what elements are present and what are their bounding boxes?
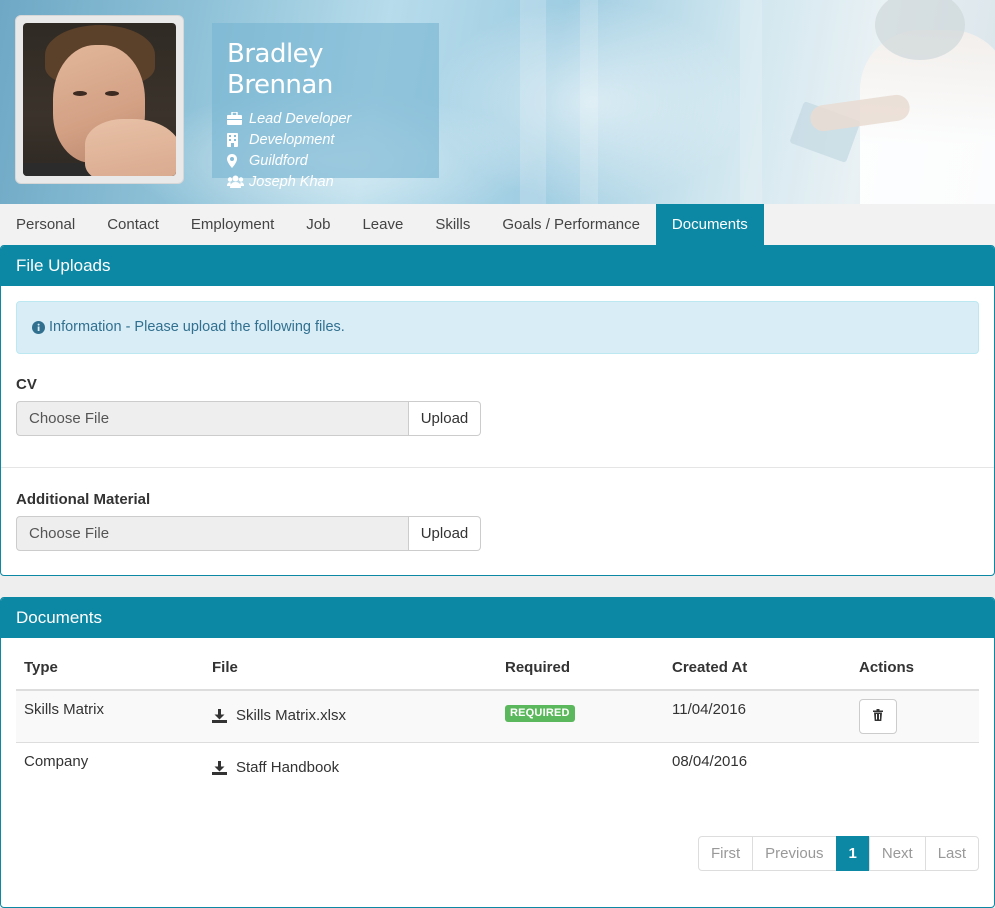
file-name: Skills Matrix.xlsx (236, 707, 347, 724)
column-header-type: Type (24, 659, 58, 676)
file-link[interactable]: Staff Handbook (212, 759, 339, 776)
tab-goals-performance[interactable]: Goals / Performance (486, 204, 656, 245)
table-header: Type File Required Created At Actions (16, 653, 979, 691)
additional-material-file-input[interactable]: Choose File (16, 516, 409, 551)
cell-file: Staff Handbook (204, 743, 497, 795)
pagination-page-current[interactable]: 1 (835, 836, 870, 871)
avatar (15, 15, 184, 184)
table-row: Skills Matrix Skills Matrix.xlsx REQUIRE… (16, 691, 979, 743)
pagination-previous[interactable]: Previous (752, 836, 837, 871)
pagination-last[interactable]: Last (924, 836, 980, 871)
avatar-photo (23, 23, 176, 176)
cell-created-at: 08/04/2016 (672, 753, 748, 770)
cv-label: CV (16, 376, 37, 393)
profile-role: Lead Developer (249, 110, 352, 127)
documents-table: Type File Required Created At Actions Sk… (16, 653, 979, 795)
column-header-created-at: Created At (672, 659, 748, 676)
users-icon (227, 175, 249, 189)
additional-material-upload-button[interactable]: Upload (409, 516, 481, 551)
profile-tabs: Personal Contact Employment Job Leave Sk… (0, 204, 995, 245)
info-alert: Information - Please upload the followin… (16, 301, 979, 354)
additional-material-label: Additional Material (16, 491, 151, 508)
column-header-actions: Actions (859, 659, 915, 676)
pagination-next[interactable]: Next (868, 836, 926, 871)
delete-button[interactable] (859, 699, 897, 734)
download-icon (212, 708, 227, 723)
cell-file: Skills Matrix.xlsx (204, 691, 497, 742)
file-uploads-panel: File Uploads Information - Please upload… (0, 245, 995, 576)
profile-name: Bradley Brennan (227, 39, 333, 101)
cv-upload-button[interactable]: Upload (409, 401, 481, 436)
profile-role-row: Lead Developer (227, 108, 424, 129)
tab-leave[interactable]: Leave (346, 204, 419, 245)
panel-title: Documents (1, 598, 994, 638)
tab-personal[interactable]: Personal (0, 204, 91, 245)
tab-skills[interactable]: Skills (419, 204, 486, 245)
tab-documents[interactable]: Documents (655, 204, 764, 245)
profile-location-row: Guildford (227, 150, 424, 171)
download-icon (212, 760, 227, 775)
cell-type: Skills Matrix (24, 701, 105, 718)
required-badge: REQUIRED (505, 705, 575, 722)
info-circle-icon (32, 321, 45, 334)
tab-contact[interactable]: Contact (91, 204, 175, 245)
divider (1, 467, 994, 468)
column-header-file: File (212, 659, 238, 676)
pagination: First Previous 1 Next Last (698, 836, 980, 871)
building-icon (227, 132, 249, 147)
cv-file-input[interactable]: Choose File (16, 401, 409, 436)
cell-required: REQUIRED (497, 691, 664, 742)
panel-title: File Uploads (1, 246, 994, 286)
cv-upload-group: Choose File Upload (16, 401, 481, 436)
cell-actions (851, 743, 979, 795)
profile-manager: Joseph Khan (249, 173, 334, 190)
info-text: Information - Please upload the followin… (49, 319, 345, 335)
cell-actions (851, 691, 979, 742)
tab-employment[interactable]: Employment (175, 204, 290, 245)
table-row: Company Staff Handbook 08/04/2016 (16, 743, 979, 795)
map-marker-icon (227, 153, 249, 168)
background-person (808, 0, 995, 204)
profile-department: Development (249, 131, 335, 148)
trash-icon (873, 708, 883, 725)
tab-job[interactable]: Job (290, 204, 346, 245)
pagination-first[interactable]: First (698, 836, 754, 871)
file-name: Staff Handbook (236, 759, 340, 776)
cell-type: Company (24, 753, 89, 770)
briefcase-icon (227, 112, 249, 126)
profile-location: Guildford (249, 152, 308, 169)
documents-panel: Documents Type File Required Created At … (0, 597, 995, 908)
cell-required (497, 743, 664, 795)
additional-material-upload-group: Choose File Upload (16, 516, 481, 551)
cell-created-at: 11/04/2016 (672, 701, 746, 718)
profile-manager-row: Joseph Khan (227, 171, 424, 192)
profile-department-row: Development (227, 129, 424, 150)
file-link[interactable]: Skills Matrix.xlsx (212, 707, 346, 724)
column-header-required: Required (505, 659, 571, 676)
profile-info-box: Bradley Brennan Lead Developer Developme… (212, 23, 439, 190)
